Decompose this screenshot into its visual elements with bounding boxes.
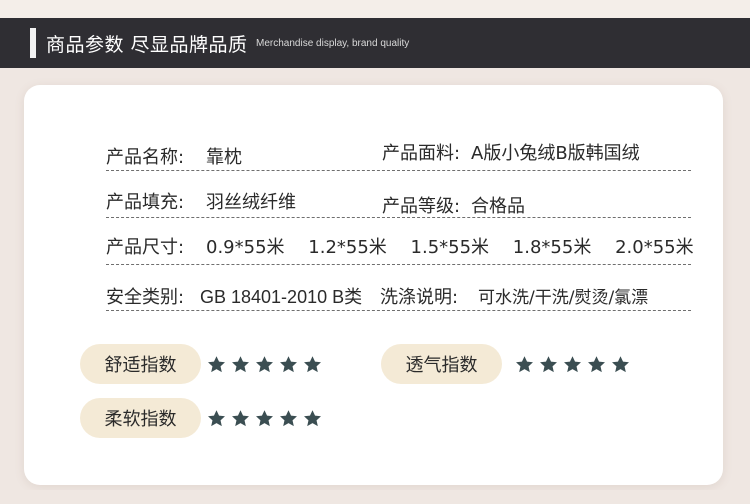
safety-category-label: 安全类别: bbox=[106, 287, 185, 308]
param-row-sizes: 产品尺寸: 0.9*55米 1.2*55米 1.5*55米 1.8*55米 2.… bbox=[106, 225, 694, 265]
star-icon bbox=[280, 356, 297, 373]
size-option: 1.8*55米 bbox=[512, 237, 592, 258]
star-icon bbox=[564, 356, 581, 373]
star-icon bbox=[208, 356, 225, 373]
size-option: 1.2*55米 bbox=[308, 237, 387, 258]
product-name-label: 产品名称: bbox=[106, 147, 185, 168]
param-row-safety-wash: 安全类别: GB 18401-2010 B类 洗涤说明: 可水洗/干洗/熨烫/氯… bbox=[106, 271, 691, 311]
comfort-index-badge: 舒适指数 bbox=[80, 344, 201, 384]
product-fabric-value: A版小兔绒B版韩国绒 bbox=[471, 143, 640, 164]
product-filling-value: 羽丝绒纤维 bbox=[206, 192, 296, 213]
star-icon bbox=[540, 356, 557, 373]
row-divider bbox=[106, 170, 691, 171]
row-divider bbox=[106, 264, 691, 265]
size-option: 2.0*55米 bbox=[615, 237, 694, 258]
product-name-value: 靠枕 bbox=[206, 147, 242, 168]
breathability-index-badge: 透气指数 bbox=[381, 344, 502, 384]
breathability-index-stars bbox=[515, 355, 630, 374]
star-icon bbox=[612, 356, 629, 373]
header-accent-bar bbox=[30, 28, 36, 58]
product-grade-value: 合格品 bbox=[471, 196, 525, 217]
param-row-name-fabric: 产品名称: 靠枕 产品面料: A版小兔绒B版韩国绒 bbox=[106, 131, 691, 171]
star-icon bbox=[304, 356, 321, 373]
param-row-filling-grade: 产品填充: 羽丝绒纤维 产品等级: 合格品 bbox=[106, 178, 691, 218]
softness-index-stars bbox=[207, 409, 322, 428]
product-size-label: 产品尺寸: bbox=[106, 237, 185, 258]
star-icon bbox=[232, 410, 249, 427]
star-icon bbox=[208, 410, 225, 427]
size-list: 0.9*55米 1.2*55米 1.5*55米 1.8*55米 2.0*55米 bbox=[206, 233, 694, 259]
row-divider bbox=[106, 217, 691, 218]
comfort-index-stars bbox=[207, 355, 322, 374]
star-icon bbox=[304, 410, 321, 427]
header-subtitle: Merchandise display, brand quality bbox=[256, 38, 410, 49]
star-icon bbox=[232, 356, 249, 373]
header-bar: 商品参数 尽显品牌品质 Merchandise display, brand q… bbox=[0, 18, 750, 68]
star-icon bbox=[256, 356, 273, 373]
product-fabric-label: 产品面料: bbox=[382, 143, 461, 164]
params-card: 产品名称: 靠枕 产品面料: A版小兔绒B版韩国绒 产品填充: 羽丝绒纤维 产品… bbox=[24, 85, 723, 485]
row-divider bbox=[106, 310, 691, 311]
size-option: 0.9*55米 bbox=[206, 237, 285, 258]
product-grade-label: 产品等级: bbox=[382, 196, 461, 217]
top-strip bbox=[0, 0, 750, 18]
wash-instructions-label: 洗涤说明: bbox=[380, 287, 459, 308]
product-filling-label: 产品填充: bbox=[106, 192, 185, 213]
safety-category-value: GB 18401-2010 B类 bbox=[200, 287, 363, 307]
star-icon bbox=[588, 356, 605, 373]
wash-instructions-value: 可水洗/干洗/熨烫/氯漂 bbox=[478, 288, 649, 308]
star-icon bbox=[280, 410, 297, 427]
star-icon bbox=[256, 410, 273, 427]
star-icon bbox=[516, 356, 533, 373]
bottom-strip bbox=[0, 490, 750, 504]
softness-index-badge: 柔软指数 bbox=[80, 398, 201, 438]
size-option: 1.5*55米 bbox=[410, 237, 490, 258]
header-title: 商品参数 尽显品牌品质 bbox=[46, 34, 248, 56]
